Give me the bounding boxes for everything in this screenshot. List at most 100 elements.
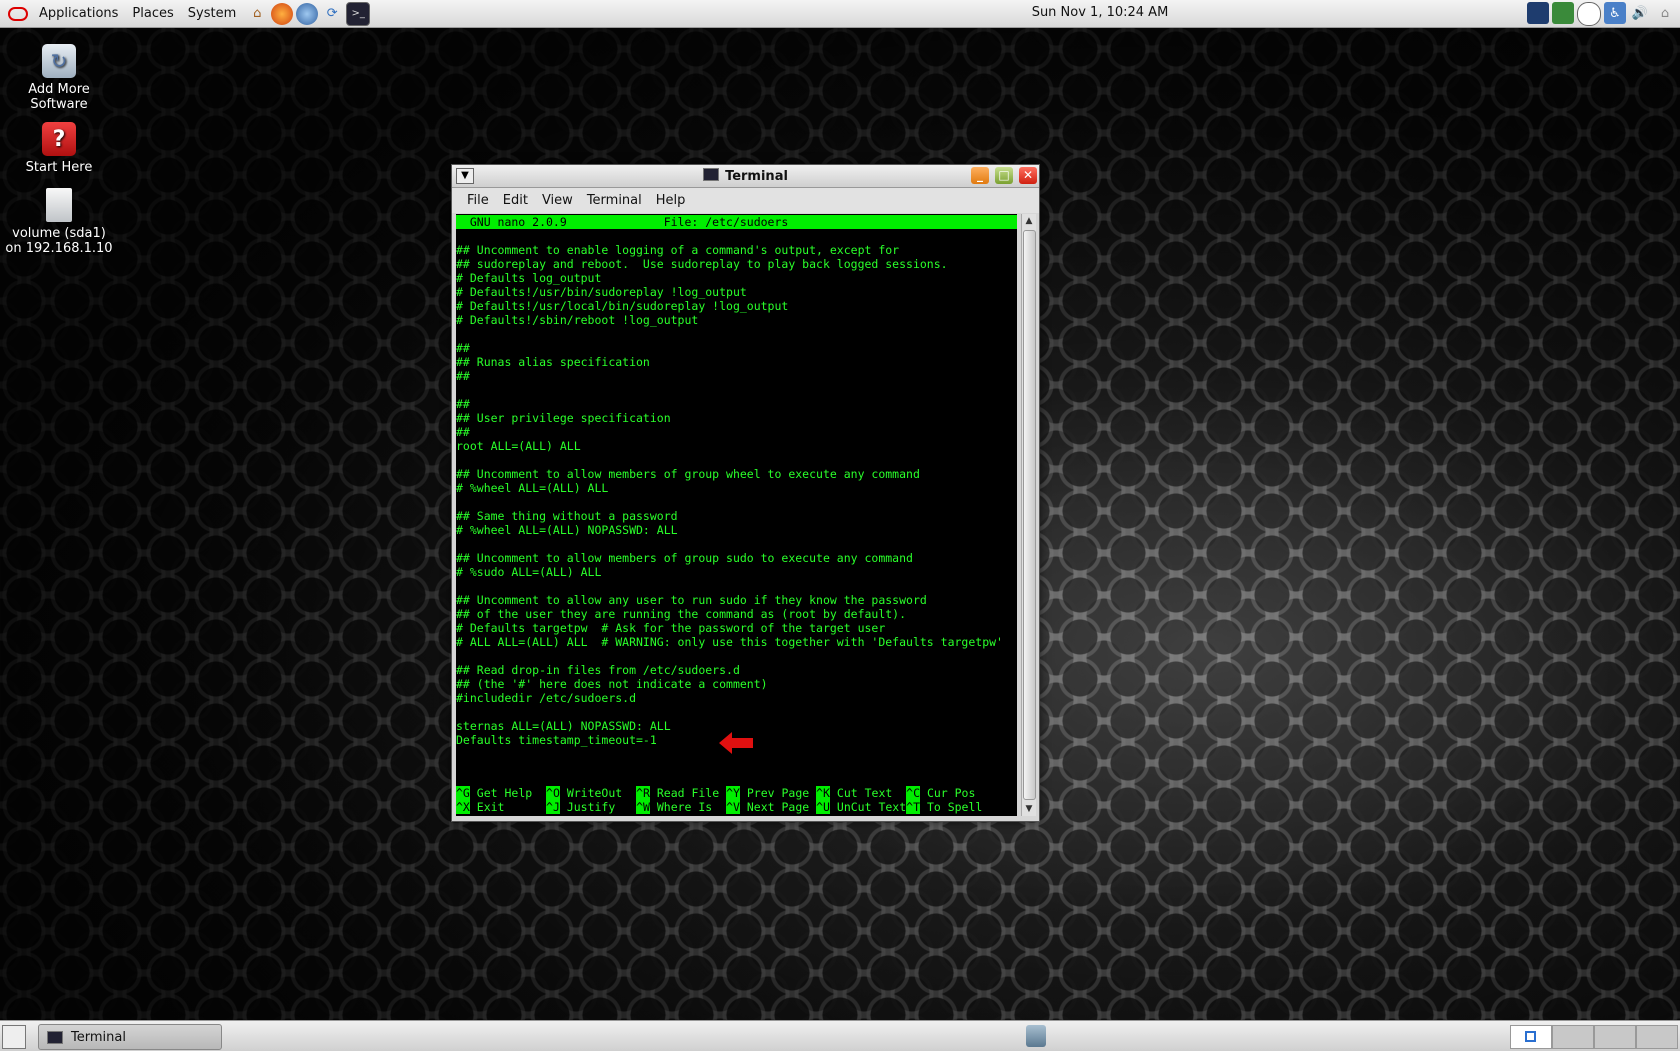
software-icon: ↻ <box>42 44 76 78</box>
menu-help[interactable]: Help <box>649 193 693 208</box>
nano-line: # Defaults!/usr/bin/sudoreplay !log_outp… <box>456 285 747 299</box>
menu-places[interactable]: Places <box>125 6 180 21</box>
taskbar-terminal-button[interactable]: Terminal <box>38 1024 222 1050</box>
close-button[interactable]: ✕ <box>1019 167 1037 184</box>
nano-line <box>456 649 1017 663</box>
home-icon[interactable]: ⌂ <box>246 3 268 25</box>
shortcut-key: ^J <box>546 800 560 814</box>
shortcut-label: Next Page <box>739 800 817 814</box>
shortcut-label: Exit <box>469 800 547 814</box>
nano-line: # Defaults!/sbin/reboot !log_output <box>456 313 699 327</box>
shortcut-key: ^K <box>816 786 830 800</box>
taskbar-label: Terminal <box>71 1029 126 1045</box>
workspace-1[interactable] <box>1510 1025 1552 1049</box>
update-icon[interactable]: ⟳ <box>321 3 343 25</box>
nano-line: ## Same thing without a password <box>456 509 678 523</box>
shortcut-key: ^X <box>456 800 470 814</box>
desktop-icon-label: Add More Software <box>28 82 90 112</box>
nano-line: ## Uncomment to allow members of group s… <box>456 551 913 565</box>
nano-shortcut-bar: ^G Get Help ^O WriteOut ^R Read File ^Y … <box>456 786 1017 814</box>
nano-line: # Defaults targetpw # Ask for the passwo… <box>456 621 886 635</box>
system-monitor-icon[interactable] <box>1527 2 1549 24</box>
workspace-3[interactable] <box>1594 1025 1636 1049</box>
shortcut-label: Prev Page <box>739 786 817 800</box>
scroll-down-icon[interactable]: ▼ <box>1022 802 1036 816</box>
nano-line: # ALL ALL=(ALL) ALL # WARNING: only use … <box>456 635 1003 649</box>
menu-applications[interactable]: Applications <box>32 6 125 21</box>
shortcut-key: ^V <box>726 800 740 814</box>
oracle-logo-icon[interactable] <box>8 6 28 21</box>
menu-edit[interactable]: Edit <box>496 193 535 208</box>
desktop-icon-label: Start Here <box>25 160 93 175</box>
menu-view[interactable]: View <box>535 193 580 208</box>
clock[interactable]: Sun Nov 1, 10:24 AM <box>1000 5 1200 20</box>
shortcut-key: ^T <box>906 800 921 814</box>
nano-line <box>456 579 1017 593</box>
nano-header: GNU nano 2.0.9 File: /etc/sudoers <box>456 215 1017 229</box>
nano-line <box>456 383 1017 397</box>
terminal-icon[interactable]: >_ <box>346 1 371 26</box>
nano-line: sternas ALL=(ALL) NOPASSWD: ALL <box>456 719 671 733</box>
shortcut-key: ^C <box>906 786 921 800</box>
shortcut-label: Read File <box>649 786 727 800</box>
nano-line: # Defaults!/usr/local/bin/sudoreplay !lo… <box>456 299 789 313</box>
scrollbar-thumb[interactable] <box>1023 230 1036 800</box>
nano-line <box>456 537 1017 551</box>
nano-line: ## Uncomment to allow any user to run su… <box>456 593 927 607</box>
scroll-up-icon[interactable]: ▲ <box>1022 214 1036 228</box>
nano-buffer[interactable]: ## Uncomment to enable logging of a comm… <box>456 243 1017 747</box>
shortcut-key: ^U <box>816 800 830 814</box>
red-arrow-icon <box>719 732 753 754</box>
nano-line: ## <box>456 397 470 411</box>
lock-icon[interactable]: ⌂ <box>1654 2 1676 24</box>
shortcut-label: Justify <box>559 800 637 814</box>
nano-line: # Defaults log_output <box>456 271 602 285</box>
nano-line: ## (the '#' here does not indicate a com… <box>456 677 768 691</box>
thunderbird-icon[interactable] <box>296 2 319 25</box>
firefox-icon[interactable] <box>271 2 294 25</box>
help-icon: ? <box>42 122 76 156</box>
scrollbar[interactable]: ▲ ▼ <box>1021 214 1036 816</box>
nano-line: # %wheel ALL=(ALL) NOPASSWD: ALL <box>456 523 678 537</box>
nano-line <box>456 495 1017 509</box>
shortcut-key: ^W <box>636 800 650 814</box>
desktop-icon-volume[interactable]: volume (sda1) on 192.168.1.10 <box>4 188 114 256</box>
nano-line: ## Uncomment to allow members of group w… <box>456 467 920 481</box>
clock-applet-icon[interactable] <box>1577 2 1601 26</box>
maximize-button[interactable]: □ <box>995 167 1013 184</box>
nano-line: # %sudo ALL=(ALL) ALL <box>456 565 602 579</box>
show-desktop-button[interactable] <box>2 1025 26 1049</box>
top-panel: Applications Places System ⌂ ⟳ >_ Sun No… <box>0 0 1680 28</box>
window-titlebar[interactable]: ▼ Terminal _ □ ✕ <box>452 165 1039 188</box>
nano-line: # %wheel ALL=(ALL) ALL <box>456 481 609 495</box>
shortcut-key: ^G <box>456 786 470 800</box>
shortcut-row: ^G Get Help ^O WriteOut ^R Read File ^Y … <box>456 786 1017 800</box>
nano-line: ## sudoreplay and reboot. Use sudoreplay… <box>456 257 948 271</box>
shortcut-key: ^O <box>546 786 560 800</box>
minimize-button[interactable]: _ <box>971 167 989 184</box>
volume-icon[interactable]: 🔊 <box>1629 2 1651 24</box>
volume-icon <box>46 188 72 222</box>
nano-line <box>456 453 1017 467</box>
nano-line: #includedir /etc/sudoers.d <box>456 691 637 705</box>
shortcut-key: ^Y <box>726 786 740 800</box>
desktop-icon-start-here[interactable]: ? Start Here <box>4 122 114 175</box>
shortcut-label: Cur Pos <box>920 786 997 800</box>
nano-line: ## <box>456 341 470 355</box>
workspace-4[interactable] <box>1636 1025 1678 1049</box>
workspace-2[interactable] <box>1552 1025 1594 1049</box>
menu-file[interactable]: File <box>460 193 496 208</box>
desktop-icon-add-software[interactable]: ↻ Add More Software <box>4 44 114 112</box>
menu-system[interactable]: System <box>181 6 243 21</box>
menu-terminal[interactable]: Terminal <box>580 193 649 208</box>
desktop-icon-label: volume (sda1) on 192.168.1.10 <box>5 226 113 256</box>
shortcut-label: Get Help <box>469 786 547 800</box>
shortcut-label: To Spell <box>920 800 997 814</box>
network-icon[interactable] <box>1552 2 1574 24</box>
nano-line: ## of the user they are running the comm… <box>456 607 907 621</box>
accessibility-icon[interactable]: ♿ <box>1604 2 1626 24</box>
terminal-screen[interactable]: GNU nano 2.0.9 File: /etc/sudoers ## Unc… <box>456 214 1017 816</box>
shortcut-key: ^R <box>636 786 650 800</box>
trash-icon[interactable] <box>1026 1025 1046 1047</box>
nano-line: ## Runas alias specification <box>456 355 650 369</box>
